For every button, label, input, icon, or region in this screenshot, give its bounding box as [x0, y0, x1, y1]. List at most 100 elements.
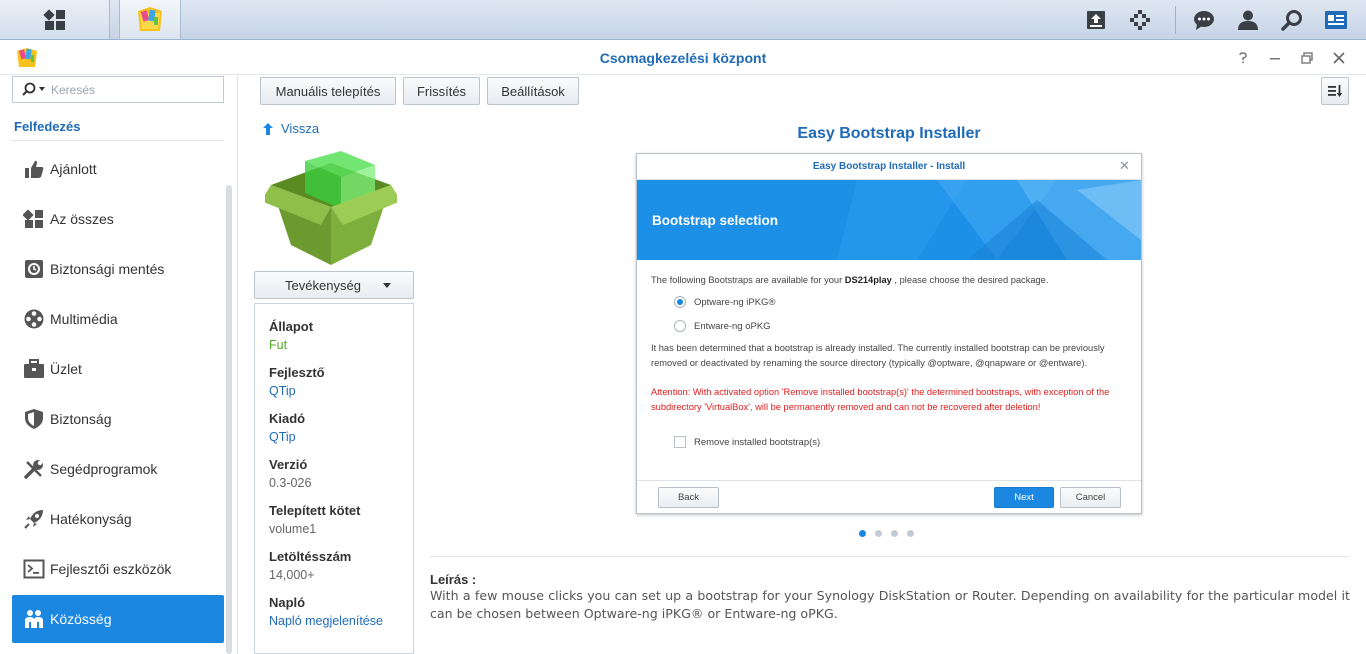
remove-bootstrap-checkbox[interactable]: Remove installed bootstrap(s): [674, 436, 820, 448]
search-input[interactable]: [51, 79, 219, 100]
action-label: Tevékenység: [285, 277, 361, 293]
checkbox-box: [674, 436, 686, 448]
publisher-key: Kiadó: [269, 411, 306, 426]
main-content: Manuális telepítés Frissítés Beállítások…: [239, 75, 1366, 654]
sidebar-item-backup[interactable]: Biztonsági mentés: [12, 245, 224, 293]
developer-key: Fejlesztő: [269, 365, 325, 380]
taskbar-separator: [1175, 6, 1176, 34]
close-icon: [1333, 52, 1345, 64]
widgets-button[interactable]: [1316, 0, 1356, 39]
action-dropdown-button[interactable]: Tevékenység: [254, 271, 414, 299]
description-label: Leírás :: [430, 572, 477, 587]
sidebar-item-all[interactable]: Az összes: [12, 195, 224, 243]
user-menu-button[interactable]: [1228, 0, 1268, 39]
sidebar-item-label: Hatékonyság: [50, 511, 132, 527]
dashboard-card-icon: [1325, 10, 1347, 29]
package-center-icon: [138, 6, 162, 31]
installed-volume-key: Telepített kötet: [269, 503, 361, 518]
package-center-app-icon: [17, 48, 37, 67]
radio-label: Optware-ng iPKG®: [694, 296, 776, 308]
help-icon: [1239, 52, 1247, 64]
sidebar-item-business[interactable]: Üzlet: [12, 345, 224, 393]
refresh-button[interactable]: Frissítés: [403, 77, 480, 105]
explore-heading: Felfedezés: [14, 119, 81, 134]
package-center-taskbar-button[interactable]: [119, 0, 181, 39]
status-value: Fut: [269, 338, 288, 352]
synology-assistant-button[interactable]: [1120, 0, 1160, 39]
model-name: DS214play: [844, 275, 892, 285]
package-box-icon: [265, 151, 397, 265]
sort-list-icon: [1328, 85, 1343, 97]
developer-link[interactable]: QTip: [269, 384, 296, 398]
chevron-down-icon: [382, 282, 391, 288]
sidebar-item-label: Segédprogramok: [50, 461, 158, 477]
settings-button[interactable]: Beállítások: [487, 77, 579, 105]
divider: [637, 480, 1141, 481]
downloads-key: Letöltésszám: [269, 549, 352, 564]
sidebar-item-multimedia[interactable]: Multimédia: [12, 295, 224, 343]
thumbs-up-icon: [22, 157, 46, 181]
rocket-icon: [22, 507, 46, 531]
downloads-value: 14,000+: [269, 568, 315, 582]
divider: [430, 556, 1348, 557]
network-diamond-icon: [1130, 9, 1150, 30]
main-menu-icon: [42, 8, 65, 30]
terminal-icon: [22, 557, 46, 581]
sidebar-item-label: Üzlet: [50, 361, 82, 377]
view-log-link[interactable]: Napló megjelenítése: [269, 614, 383, 628]
restore-button[interactable]: [1297, 48, 1317, 68]
main-menu-button[interactable]: [0, 0, 110, 39]
sidebar: Felfedezés Ajánlott Az összes Biztonsági…: [0, 75, 238, 654]
screenshot-info-text: It has been determined that a bootstrap …: [651, 343, 1105, 368]
checkbox-label: Remove installed bootstrap(s): [694, 436, 821, 448]
taskbar: [0, 0, 1366, 40]
manual-install-button[interactable]: Manuális telepítés: [260, 77, 396, 105]
grid-icon: [22, 207, 46, 231]
sidebar-item-productivity[interactable]: Hatékonyság: [12, 495, 224, 543]
radio-optware[interactable]: Optware-ng iPKG®: [674, 296, 775, 308]
sidebar-item-utilities[interactable]: Segédprogramok: [12, 445, 224, 493]
search-box[interactable]: [12, 76, 224, 103]
screenshot-next-button: Next: [994, 487, 1054, 508]
user-icon: [1238, 10, 1258, 30]
screenshot-close-icon: ✕: [1119, 159, 1130, 174]
sidebar-item-label: Az összes: [50, 211, 114, 227]
minimize-button[interactable]: [1265, 48, 1285, 68]
sidebar-item-community[interactable]: Közösség: [12, 595, 224, 643]
chat-bubble-icon: [1194, 10, 1214, 30]
magnifier-icon: [1281, 9, 1302, 31]
package-title: Easy Bootstrap Installer: [797, 125, 981, 142]
search-icon[interactable]: [21, 82, 47, 96]
upload-tray-button[interactable]: [1076, 0, 1116, 39]
briefcase-icon: [22, 357, 46, 381]
search-tray-button[interactable]: [1272, 0, 1312, 39]
sidebar-item-recommended[interactable]: Ajánlott: [12, 145, 224, 193]
intro-before: The following Bootstraps are available f…: [651, 275, 845, 285]
publisher-link[interactable]: QTip: [269, 430, 296, 444]
pagination-dot[interactable]: [875, 530, 882, 537]
help-button[interactable]: [1233, 48, 1253, 68]
installed-volume-value: volume1: [269, 522, 317, 536]
screenshot-dialog-title: Easy Bootstrap Installer - Install: [637, 154, 1141, 180]
sidebar-item-label: Közösség: [50, 611, 112, 627]
pagination-dot[interactable]: [907, 530, 914, 537]
pagination-dot[interactable]: [859, 530, 866, 537]
screenshot-cancel-button: Cancel: [1060, 487, 1121, 508]
back-link[interactable]: Vissza: [261, 121, 319, 136]
package-screenshot[interactable]: Easy Bootstrap Installer - Install ✕ Boo…: [636, 153, 1142, 514]
window-title: Csomagkezelési központ: [599, 50, 767, 66]
sort-button[interactable]: [1321, 77, 1349, 105]
sidebar-item-developer-tools[interactable]: Fejlesztői eszközök: [12, 545, 224, 593]
sidebar-item-security[interactable]: Biztonság: [12, 395, 224, 443]
close-button[interactable]: [1329, 48, 1349, 68]
tools-icon: [22, 457, 46, 481]
radio-entware[interactable]: Entware-ng oPKG: [674, 320, 771, 332]
log-key: Napló: [269, 595, 306, 610]
radio-label: Entware-ng oPKG: [694, 320, 771, 332]
sidebar-scrollbar[interactable]: [226, 185, 232, 654]
notifications-button[interactable]: [1184, 0, 1224, 39]
pagination-dot[interactable]: [891, 530, 898, 537]
window-titlebar[interactable]: Csomagkezelési központ: [0, 41, 1366, 75]
sidebar-item-label: Biztonság: [50, 411, 112, 427]
arrow-up-icon: [263, 122, 273, 135]
